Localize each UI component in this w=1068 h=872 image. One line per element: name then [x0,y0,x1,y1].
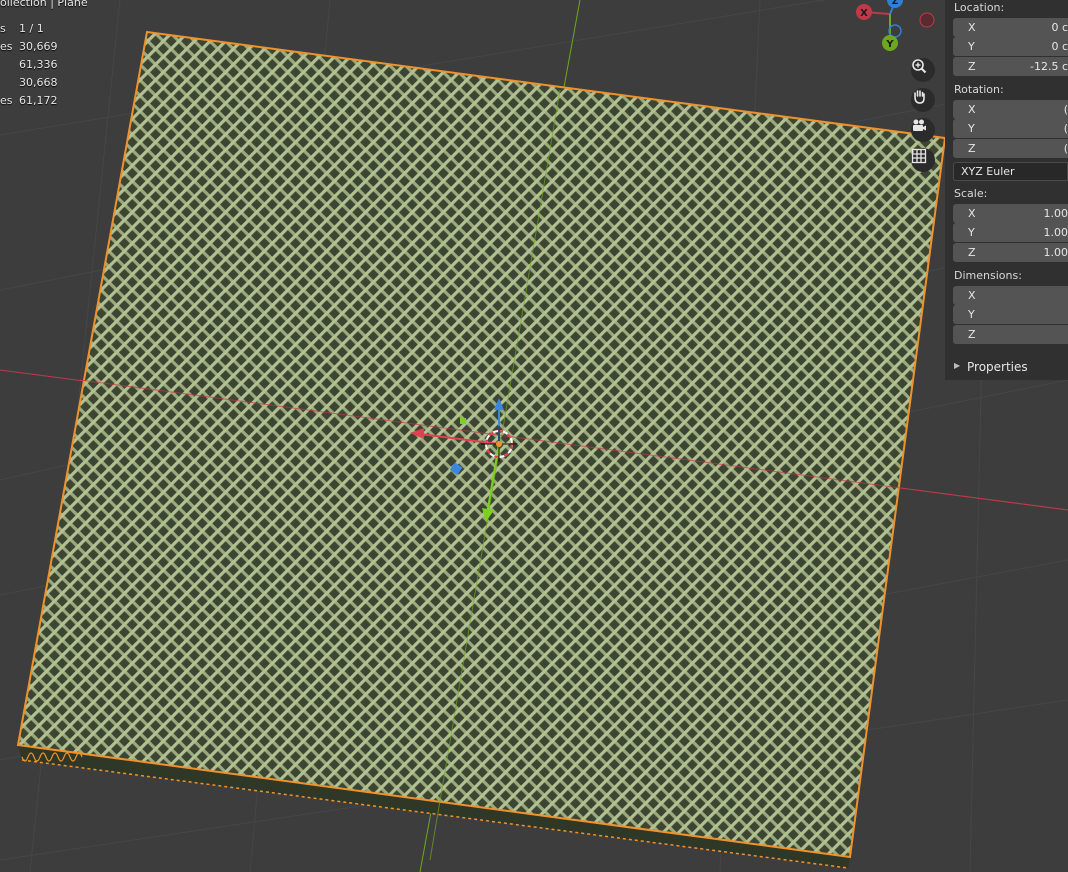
axis-label: Y [968,226,975,239]
rotation-mode-value: XYZ Euler [961,165,1015,178]
stat-value: 61,336 [19,58,58,71]
camera-icon [913,119,926,131]
field-value: ( [1063,142,1068,155]
rotation-y-field[interactable]: Y( [953,119,1068,138]
scale-z-field[interactable]: Z 1.00 [953,243,1068,262]
properties-panel-header[interactable]: ▶ Properties [945,355,1068,380]
axis-label: X [968,289,976,302]
stat-value: 61,172 [19,94,58,107]
stat-row-faces: 30,668 [0,74,70,92]
field-value: 0 c [1051,40,1068,53]
camera-view-button[interactable] [911,118,935,142]
axis-label: Z [968,328,976,341]
field-value: -12.5 c [1029,60,1068,73]
dimensions-label: Dimensions: [954,269,1022,282]
rotation-z-field[interactable]: Z( [953,139,1068,158]
axis-label: Y [968,40,975,53]
object-origin [496,441,502,447]
axis-label: X [968,207,976,220]
rotation-label: Rotation: [954,83,1004,96]
stat-value: 30,668 [19,76,58,89]
field-value: ( [1063,103,1068,116]
axis-label: Y [968,122,975,135]
scale-x-field[interactable]: X 1.00 [953,204,1068,223]
gizmo-plane-handle-xz[interactable] [460,418,466,424]
toggle-ortho-button[interactable] [911,148,935,172]
axis-label: Y [968,308,975,321]
viewport-canvas[interactable]: X Y Z [0,0,1068,872]
stat-row-edges: 61,336 [0,56,70,74]
stat-row-vertices: es 30,669 [0,38,70,56]
stat-label: es [0,94,13,107]
disclosure-triangle-icon: ▶ [954,361,961,370]
location-y-field[interactable]: Y 0 c [953,37,1068,56]
axis-label: Z [968,142,976,155]
zoom-button[interactable] [911,58,935,82]
scale-label: Scale: [954,187,988,200]
3d-viewport[interactable]: X Y Z ollection | Plane s 1 / 1 es 30,669 … [0,0,1068,872]
rotation-mode-dropdown[interactable]: XYZ Euler [953,162,1068,181]
grid-icon [911,148,927,164]
nav-neg-x-ball[interactable] [919,12,935,28]
stat-row-triangles: es 61,172 [0,92,70,110]
field-value: 1.00 [1043,207,1068,220]
location-z-field[interactable]: Z -12.5 c [953,57,1068,76]
axis-label: Z [968,60,976,73]
scene-statistics: s 1 / 1 es 30,669 61,336 30,668 es 61,172 [0,20,70,110]
collection-path: ollection | Plane [0,0,88,9]
axis-label: Z [968,246,976,259]
nav-x-text: X [860,8,868,19]
stat-label: es [0,40,13,53]
axis-label: X [968,103,976,116]
location-x-field[interactable]: X 0 c [953,18,1068,37]
pan-hand-icon [914,90,925,104]
zoom-icon [912,59,927,74]
dimensions-y-field[interactable]: Y [953,305,1068,324]
properties-label: Properties [967,360,1028,374]
stat-value: 30,669 [19,40,58,53]
rotation-x-field[interactable]: X( [953,100,1068,119]
navigation-gizmo[interactable]: X Y Z [856,0,935,51]
nav-y-text: Y [885,39,894,50]
stat-label: s [0,22,6,35]
dimensions-x-field[interactable]: X [953,286,1068,305]
nav-z-text: Z [892,0,899,7]
field-value: ( [1063,122,1068,135]
scale-y-field[interactable]: Y 1.00 [953,223,1068,242]
axis-label: X [968,21,976,34]
pan-button[interactable] [911,88,935,112]
field-value: 1.00 [1043,226,1068,239]
transform-sidebar[interactable]: Location: X 0 c Y 0 c Z -12.5 c Rotation: X… [945,0,1068,380]
location-label: Location: [954,1,1005,14]
stat-value: 1 / 1 [19,22,44,35]
stat-row-objects: s 1 / 1 [0,20,70,38]
field-value: 0 c [1051,21,1068,34]
field-value: 1.00 [1043,246,1068,259]
dimensions-z-field[interactable]: Z [953,325,1068,344]
